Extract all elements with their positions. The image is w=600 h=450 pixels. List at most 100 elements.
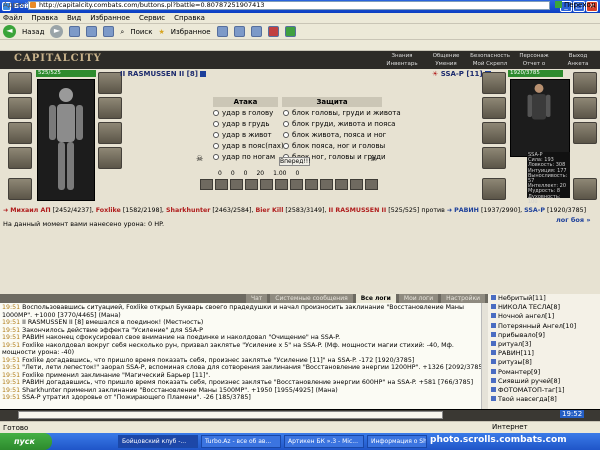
chat-scrollbar[interactable] — [481, 303, 488, 409]
enemy-slot-helmet[interactable] — [482, 72, 506, 94]
block-4[interactable]: блок пояса, ног и головы — [283, 141, 401, 152]
user-item[interactable]: РАВИН[11] — [491, 349, 600, 358]
player-slot-earring[interactable] — [8, 72, 32, 94]
skill-slot[interactable] — [275, 179, 288, 190]
task-item[interactable]: Бойцовский клуб -... — [118, 435, 198, 448]
plugin-icon[interactable] — [267, 26, 279, 37]
block-3[interactable]: блок живота, пояса и ног — [283, 130, 401, 141]
fighter-name[interactable]: Sharkhunter — [166, 207, 210, 214]
enemy-slot-shield[interactable] — [573, 122, 597, 144]
attack-chest[interactable]: удар в грудь — [213, 119, 284, 130]
address-input[interactable]: http://capitalcity.combats.com/buttons.p… — [28, 1, 550, 10]
nav-chat[interactable]: Общение — [424, 52, 468, 60]
user-item[interactable]: Небритый[11] — [491, 294, 600, 303]
player-slot-weapon[interactable] — [8, 122, 32, 144]
player-slot-shield[interactable] — [98, 122, 122, 144]
user-item[interactable]: ритуал[3] — [491, 340, 600, 349]
user-item[interactable]: ФОТОМАТОП-таг[1] — [491, 386, 600, 395]
enemy-slot-earring[interactable] — [573, 72, 597, 94]
menu-tools[interactable]: Сервис — [139, 13, 165, 23]
user-item[interactable]: НИКОЛА ТЕСЛА[8] — [491, 303, 600, 312]
back-button[interactable]: Назад — [22, 24, 44, 40]
skill-slot[interactable] — [245, 179, 258, 190]
home-icon[interactable] — [103, 26, 115, 37]
menu-file[interactable]: Файл — [3, 13, 22, 23]
skill-slot[interactable] — [335, 179, 348, 190]
attack-groin[interactable]: удар в пояс(пах) — [213, 141, 284, 152]
fighter-name[interactable]: Foxlike — [96, 207, 121, 214]
print-icon[interactable] — [250, 26, 262, 37]
nav-skills[interactable]: Умения — [424, 60, 468, 68]
skill-slot[interactable] — [290, 179, 303, 190]
mail-icon[interactable] — [233, 26, 245, 37]
tab-system[interactable]: Системные сообщения — [270, 294, 353, 303]
skill-slot[interactable] — [350, 179, 363, 190]
messenger-icon[interactable] — [284, 26, 296, 37]
fighter-name[interactable]: РАВИН — [454, 207, 479, 214]
user-item[interactable]: Ночной ангел[1] — [491, 312, 600, 321]
player-slot-gloves[interactable] — [98, 97, 122, 119]
skill-slot[interactable] — [260, 179, 273, 190]
tab-chat[interactable]: Чат — [245, 294, 268, 303]
favorites-button[interactable]: Избранное — [171, 24, 211, 40]
forward-icon[interactable]: ► — [50, 25, 64, 38]
go-fight-button[interactable]: Вперед!!! — [279, 157, 311, 166]
enemy-slot-armor[interactable] — [482, 147, 506, 169]
user-item[interactable]: прибывало[9] — [491, 331, 600, 340]
player-slot-armor[interactable] — [8, 147, 32, 169]
tab-my-logs[interactable]: Мои логи — [398, 294, 439, 303]
player-slot-helmet[interactable] — [98, 72, 122, 94]
enemy-slot-gloves[interactable] — [573, 97, 597, 119]
task-item[interactable]: Turbo.Az - все об ав... — [201, 435, 281, 448]
nav-scroll[interactable]: Мой Скрепл — [468, 60, 512, 68]
nav-security[interactable]: Безопасность — [468, 52, 512, 60]
user-item[interactable]: Твой навсегда[8] — [491, 395, 600, 404]
stop-icon[interactable] — [69, 26, 81, 37]
nav-profile[interactable]: Анкета — [556, 60, 600, 68]
task-item[interactable]: Информация о Shark... — [367, 435, 427, 448]
fighter-name[interactable]: Михаил АП — [10, 207, 50, 214]
menu-help[interactable]: Справка — [174, 13, 205, 23]
media-icon[interactable] — [216, 26, 228, 37]
skill-slot[interactable] — [365, 179, 378, 190]
player-slot-amulet[interactable] — [8, 97, 32, 119]
skill-slot[interactable] — [215, 179, 228, 190]
user-item[interactable]: Сиявший ручей[8] — [491, 377, 600, 386]
menu-edit[interactable]: Правка — [31, 13, 58, 23]
skill-slot[interactable] — [320, 179, 333, 190]
attack-head[interactable]: удар в голову — [213, 108, 284, 119]
player-name[interactable]: II RASMUSSEN II [8] — [120, 70, 206, 78]
search-icon[interactable]: ⌕ — [120, 24, 124, 40]
back-icon[interactable]: ◄ — [3, 25, 16, 38]
player-slot-belt[interactable] — [8, 178, 32, 200]
block-2[interactable]: блок груди, живота и пояса — [283, 119, 401, 130]
battle-log-link[interactable]: лог боя » — [556, 216, 591, 224]
tab-settings[interactable]: Настройки — [441, 294, 485, 303]
skill-slot[interactable] — [305, 179, 318, 190]
nav-character[interactable]: Персонаж — [512, 52, 556, 60]
user-item[interactable]: ритузы[8] — [491, 358, 600, 367]
nav-exit[interactable]: Выход — [556, 52, 600, 60]
skill-slot[interactable] — [230, 179, 243, 190]
user-item[interactable]: Потерянный Ангел[10] — [491, 322, 600, 331]
block-1[interactable]: блок головы, груди и живота — [283, 108, 401, 119]
go-button[interactable]: Переход — [555, 1, 596, 10]
enemy-slot-belt[interactable] — [482, 178, 506, 200]
skill-slot[interactable] — [200, 179, 213, 190]
player-slot-boots[interactable] — [98, 147, 122, 169]
enemy-slot-amulet[interactable] — [482, 97, 506, 119]
task-item[interactable]: Артикен БК ».3 - Mic... — [284, 435, 364, 448]
menu-view[interactable]: Вид — [67, 13, 81, 23]
nav-inventory[interactable]: Инвентарь — [380, 60, 424, 68]
user-item[interactable]: Романтер[9] — [491, 368, 600, 377]
chat-input[interactable] — [18, 411, 443, 419]
menu-favorites[interactable]: Избранное — [90, 13, 130, 23]
favorites-icon[interactable]: ★ — [159, 24, 165, 40]
fighter-name[interactable]: SSA-P — [524, 207, 545, 214]
tab-all-logs[interactable]: Все логи — [355, 294, 396, 303]
attack-legs[interactable]: удар по ногам — [213, 152, 284, 163]
fighter-name[interactable]: II RASMUSSEN II — [328, 207, 386, 214]
fighter-name[interactable]: Bier Kill — [255, 207, 283, 214]
enemy-slot-boots[interactable] — [573, 178, 597, 200]
search-button[interactable]: Поиск — [130, 24, 152, 40]
